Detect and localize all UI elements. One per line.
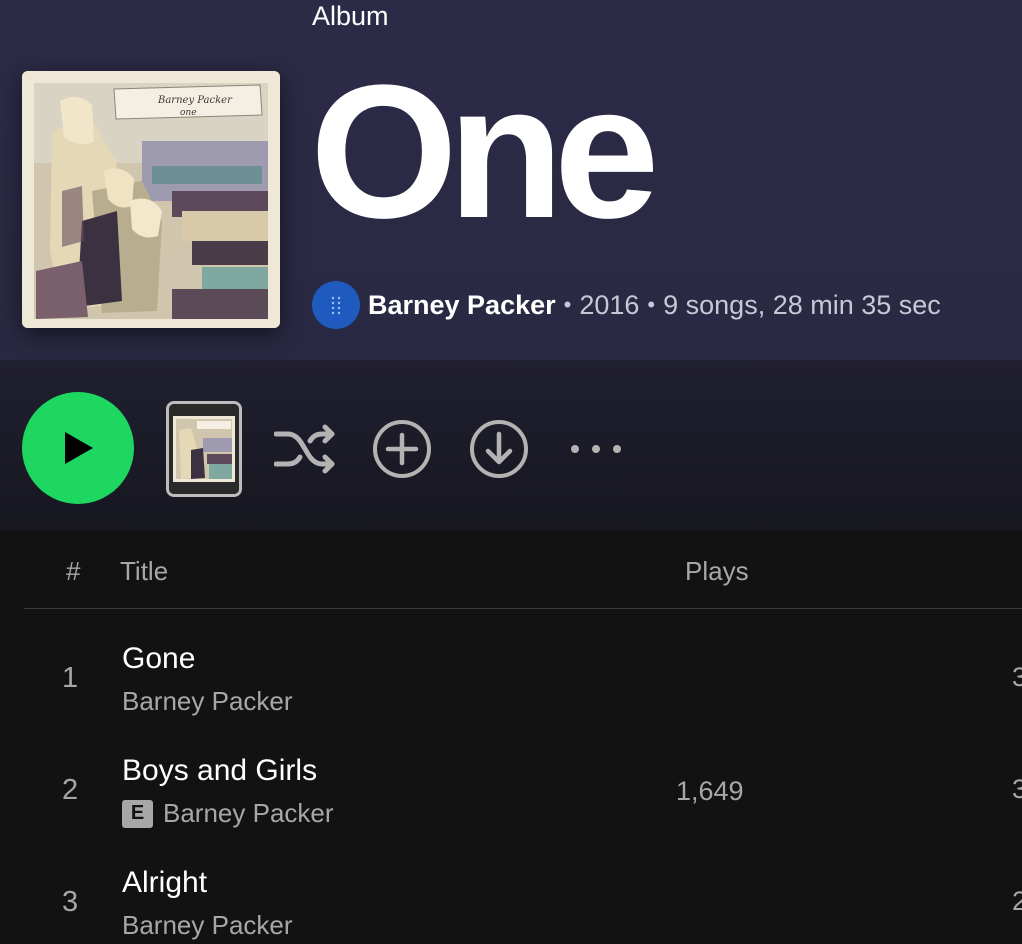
track-row[interactable]: 3 Alright Barney Packer 2 — [0, 850, 1022, 944]
track-title[interactable]: Boys and Girls — [122, 754, 317, 788]
cover-text-title: one — [180, 108, 197, 118]
track-list: # Title Plays 1 Gone Barney Packer 3 2 B… — [0, 530, 1022, 944]
action-bar — [0, 360, 1022, 530]
track-duration: 2 — [1012, 886, 1022, 916]
download-icon — [470, 420, 528, 478]
play-icon — [65, 432, 93, 464]
album-header: Album Barney Packer one One Barney Packe… — [0, 0, 1022, 360]
shuffle-button[interactable] — [274, 418, 336, 480]
meta-separator: • — [563, 292, 572, 317]
explicit-badge: E — [122, 799, 153, 828]
track-row[interactable]: 1 Gone Barney Packer 3 — [0, 626, 1022, 738]
track-artist-line: E Barney Packer — [122, 798, 334, 829]
album-meta: Barney Packer • 2016 • 9 songs, 28 min 3… — [312, 281, 941, 329]
track-title[interactable]: Alright — [122, 866, 207, 900]
track-plays: 1,649 — [676, 776, 744, 806]
artist-link[interactable]: Barney Packer — [368, 290, 556, 321]
shuffle-icon — [274, 424, 335, 474]
column-header-title[interactable]: Title — [120, 556, 168, 587]
artist-avatar[interactable] — [312, 281, 360, 329]
album-cover-art: Barney Packer one — [22, 71, 280, 328]
album-page: Album Barney Packer one One Barney Packe… — [0, 0, 1022, 944]
column-header-plays[interactable]: Plays — [685, 556, 749, 587]
meta-separator: • — [647, 292, 656, 317]
column-header-number: # — [66, 556, 81, 586]
track-artist[interactable]: Barney Packer — [122, 686, 293, 717]
album-year: 2016 — [579, 289, 640, 320]
track-row[interactable]: 2 Boys and Girls E Barney Packer 1,649 3 — [0, 738, 1022, 850]
track-title[interactable]: Gone — [122, 642, 195, 676]
track-number: 1 — [62, 662, 79, 694]
track-artist[interactable]: Barney Packer — [122, 910, 293, 941]
cover-text-artist: Barney Packer — [157, 95, 233, 106]
play-button[interactable] — [22, 392, 134, 504]
album-title: One — [310, 46, 660, 258]
track-duration: 3 — [1012, 662, 1022, 692]
track-number: 3 — [62, 886, 79, 918]
album-thumbnail-button[interactable] — [166, 401, 242, 497]
album-type-label: Album — [312, 1, 389, 31]
track-duration: 3 — [1012, 774, 1022, 804]
album-cover[interactable]: Barney Packer one — [22, 71, 280, 328]
add-to-library-button[interactable] — [371, 418, 433, 480]
track-artist-line: Barney Packer — [122, 910, 293, 941]
artist-avatar-pattern-icon — [331, 296, 341, 315]
plus-circle-icon — [373, 420, 431, 478]
album-summary: 9 songs, 28 min 35 sec — [663, 289, 941, 320]
track-number: 2 — [62, 774, 79, 806]
track-artist[interactable]: Barney Packer — [163, 798, 334, 829]
download-button[interactable] — [468, 418, 530, 480]
more-options-button[interactable] — [564, 418, 626, 480]
track-artist-line: Barney Packer — [122, 686, 293, 717]
album-thumbnail — [169, 404, 239, 494]
header-divider — [24, 608, 1022, 609]
more-icon — [571, 445, 621, 453]
